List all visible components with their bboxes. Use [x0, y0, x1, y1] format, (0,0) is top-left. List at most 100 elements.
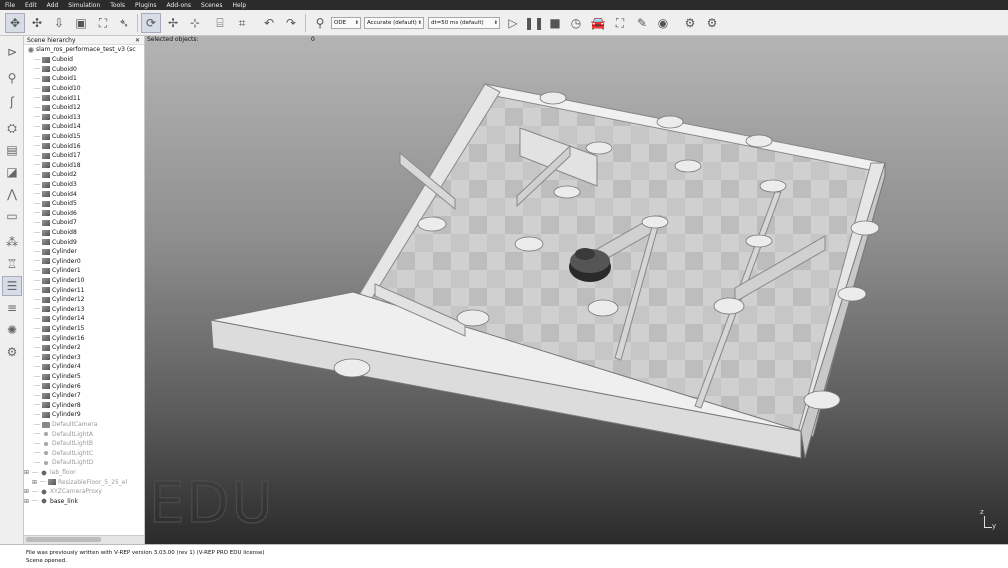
menu-item[interactable]: Add [42, 2, 64, 9]
tree-item[interactable]: ⊞ ── lab_floor [24, 468, 76, 478]
stop-icon[interactable]: ■ [545, 13, 565, 33]
tree-item[interactable]: ── Cylinder9 [26, 410, 81, 420]
pause-icon[interactable]: ❚❚ [524, 13, 544, 33]
feather-icon[interactable]: ✎ [632, 13, 652, 33]
menu-item[interactable]: Add-ons [162, 2, 197, 9]
camera-icon[interactable]: ▣ [71, 13, 91, 33]
tree-item[interactable]: ── Cuboid6 [26, 209, 77, 219]
tree-item[interactable]: ── Cylinder [26, 247, 77, 257]
model-browser-icon[interactable]: ⁂ [2, 232, 22, 252]
tree-item[interactable]: ── DefaultCamera [26, 420, 98, 430]
views-icon[interactable]: ⊳ [2, 42, 22, 62]
tree-item[interactable]: ── Cylinder13 [26, 305, 85, 315]
tree-item[interactable]: ── Cylinder5 [26, 372, 81, 382]
menu-item[interactable]: Simulation [63, 2, 105, 9]
hierarchy-scrollbar[interactable] [24, 535, 144, 544]
close-icon[interactable]: ✕ [135, 37, 140, 44]
play-icon[interactable]: ▷ [503, 13, 523, 33]
layers-icon[interactable]: ⌗ [232, 13, 252, 33]
tree-item[interactable]: ── Cuboid3 [26, 180, 77, 190]
expand-icon[interactable]: ⊞ [24, 498, 32, 505]
tree-item[interactable]: ── Cuboid5 [26, 199, 77, 209]
assemble-icon[interactable]: ⊹ [185, 13, 205, 33]
tree-item[interactable]: ── Cuboid8 [26, 228, 77, 238]
car-icon[interactable]: 🚘 [588, 13, 608, 33]
engine-select[interactable]: ODE ⬍ [331, 17, 361, 29]
redo-icon[interactable]: ↷ [281, 13, 301, 33]
rotate-icon[interactable]: ✣ [27, 13, 47, 33]
tree-item[interactable]: ── Cuboid16 [26, 141, 81, 151]
eye-icon[interactable]: ◉ [653, 13, 673, 33]
object-shift-icon[interactable]: ✢ [163, 13, 183, 33]
pages-icon[interactable]: ⚙ [2, 342, 22, 362]
tree-item[interactable]: ⊞ ── base_link [24, 497, 78, 507]
undo-icon[interactable]: ↶ [259, 13, 279, 33]
menu-item[interactable]: Scenes [196, 2, 227, 9]
fit-view-icon[interactable]: ⛶ [93, 13, 113, 33]
dynamics-icon[interactable]: ⛶ [610, 13, 630, 33]
collections-icon[interactable]: ▭ [2, 206, 22, 226]
tree-item[interactable]: ── Cuboid0 [26, 65, 77, 75]
tree-item[interactable]: ── Cylinder15 [26, 324, 85, 334]
search-icon[interactable]: ⚲ [310, 13, 330, 33]
tree-item[interactable]: ── Cuboid13 [26, 113, 81, 123]
user-icon[interactable]: ♖ [2, 254, 22, 274]
expand-icon[interactable]: ⊞ [24, 488, 32, 495]
move-icon[interactable]: ✥ [5, 13, 25, 33]
tree-item[interactable]: ── Cylinder7 [26, 391, 81, 401]
tree-item[interactable]: ⊞ ── XYZCameraProxy [24, 487, 102, 497]
layers-settings-icon[interactable]: ⚙ [702, 13, 722, 33]
tree-item[interactable]: ── Cuboid14 [26, 122, 81, 132]
tree-item[interactable]: ── Cuboid2 [26, 170, 77, 180]
path-icon[interactable]: ➴ [114, 13, 134, 33]
tree-item[interactable]: ── Cylinder14 [26, 314, 85, 324]
tree-item[interactable]: ── DefaultLightA [26, 429, 93, 439]
clock-icon[interactable]: ◷ [566, 13, 586, 33]
calc-icon[interactable]: ʃ [2, 92, 22, 112]
menu-item[interactable]: File [0, 2, 20, 9]
timestep-select[interactable]: dt=50 ms (default) ⬍ [428, 17, 500, 29]
user-settings-icon[interactable]: ✺ [2, 320, 22, 340]
menu-item[interactable]: Tools [105, 2, 130, 9]
tree-item[interactable]: ── Cuboid15 [26, 132, 81, 142]
scene-viewport[interactable]: Selected objects: 0 EDU z y [145, 36, 1008, 544]
tree-item[interactable]: ── Cuboid9 [26, 237, 77, 247]
tree-item[interactable]: ── Cuboid11 [26, 93, 81, 103]
tree-item[interactable]: ── Cuboid18 [26, 161, 81, 171]
tree-item[interactable]: ── Cylinder4 [26, 362, 81, 372]
settings-icon[interactable]: ⚙ [680, 13, 700, 33]
tree-item[interactable]: ── Cuboid4 [26, 189, 77, 199]
tree-item[interactable]: ── Cylinder0 [26, 257, 81, 267]
path-planning-icon[interactable]: ⋀ [2, 184, 22, 204]
menu-item[interactable]: Plugins [130, 2, 162, 9]
zoom-icon[interactable]: ⚲ [2, 68, 22, 88]
layers-icon[interactable]: ≡ [2, 298, 22, 318]
tree-item[interactable]: ── Cuboid [26, 55, 73, 65]
scripts-icon[interactable]: ⛭ [2, 118, 22, 138]
tree-item[interactable]: ── Cylinder16 [26, 333, 85, 343]
expand-icon[interactable]: ⊞ [24, 469, 32, 476]
tree-item[interactable]: ── Cylinder3 [26, 353, 81, 363]
tree-item[interactable]: ── DefaultLightB [26, 439, 93, 449]
accuracy-select[interactable]: Accurate (default) ⬍ [364, 17, 424, 29]
tree-item[interactable]: ⊞ ── ResizableFloor_5_25_el [32, 477, 127, 487]
transfer-dna-icon[interactable]: ⌸ [210, 13, 230, 33]
tree-item[interactable]: ── Cylinder1 [26, 266, 81, 276]
tree-item[interactable]: ── Cylinder6 [26, 381, 81, 391]
expand-icon[interactable]: ⊞ [32, 479, 40, 486]
tree-item[interactable]: ── Cuboid12 [26, 103, 81, 113]
environment-icon[interactable]: ◪ [2, 162, 22, 182]
menu-item[interactable]: Edit [20, 2, 42, 9]
tree-root[interactable]: slam_ros_performace_test_v3 (sc [26, 45, 136, 55]
tree-item[interactable]: ── DefaultLightC [26, 449, 93, 459]
object-rotate-icon[interactable]: ⟳ [141, 13, 161, 33]
tree-item[interactable]: ── Cuboid17 [26, 151, 81, 161]
selection-icon[interactable]: ▤ [2, 140, 22, 160]
shift-icon[interactable]: ⇩ [49, 13, 69, 33]
tree-item[interactable]: ── Cylinder8 [26, 401, 81, 411]
tree-item[interactable]: ── Cuboid7 [26, 218, 77, 228]
tree-item[interactable]: ── Cylinder11 [26, 285, 85, 295]
hierarchy-icon[interactable]: ☰ [2, 276, 22, 296]
tree-item[interactable]: ── Cylinder12 [26, 295, 85, 305]
tree-item[interactable]: ── Cuboid10 [26, 84, 81, 94]
